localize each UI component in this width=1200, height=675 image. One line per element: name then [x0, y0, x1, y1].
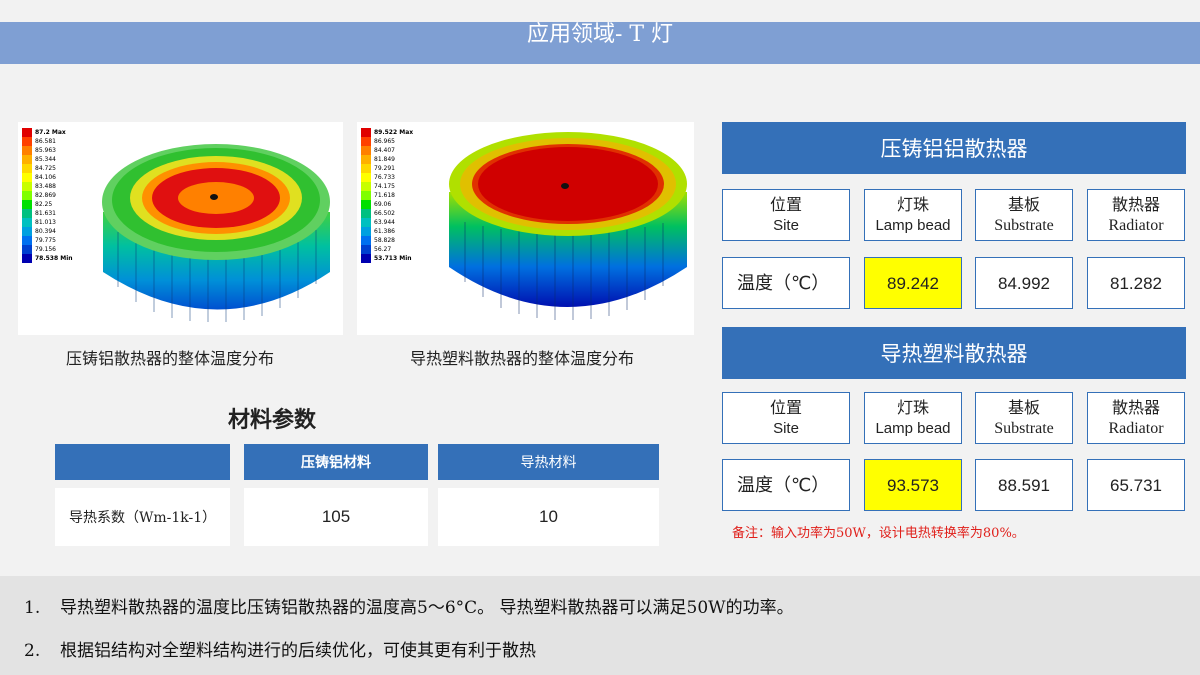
conclusions-panel: 1. 导热塑料散热器的温度比压铸铝散热器的温度高5～6°C。 导热塑料散热器可以满… [0, 576, 1200, 675]
legend-swatch [361, 164, 371, 173]
legend-label: 61.386 [374, 228, 395, 235]
header-substrate: 基板 Substrate [975, 392, 1073, 444]
plastic-heatsink-simulation-image: 89.522 Max 86.965 84.407 81.849 79.291 76.733… [357, 122, 694, 335]
heatsink-model-plastic [449, 132, 687, 320]
legend-swatch [361, 182, 371, 191]
legend-swatch [361, 200, 371, 209]
legend-label: 85.963 [35, 147, 56, 154]
legend-label: 84.106 [35, 174, 56, 181]
legend-label: 81.013 [35, 219, 56, 226]
legend-label: 71.618 [374, 192, 395, 199]
banner-aluminum: 压铸铝铝散热器 [722, 122, 1186, 174]
legend-color-scale [22, 128, 32, 263]
legend-swatch [361, 227, 371, 236]
legend-label: 86.581 [35, 138, 56, 145]
legend-label: 56.27 [374, 246, 391, 253]
legend-swatch [22, 137, 32, 146]
legend-label: 81.631 [35, 210, 56, 217]
legend-swatch [361, 173, 371, 182]
legend-label: 87.2 Max [35, 129, 66, 136]
materials-header-aluminum: 压铸铝材料 [244, 444, 428, 480]
legend-swatch [361, 254, 371, 263]
header-radiator: 散热器 Radiator [1087, 392, 1185, 444]
banner-plastic: 导热塑料散热器 [722, 327, 1186, 379]
legend-swatch [22, 227, 32, 236]
value-lamp-bead: 89.242 [864, 257, 962, 309]
legend-swatch [22, 245, 32, 254]
materials-header-empty [55, 444, 230, 480]
value-substrate: 84.992 [975, 257, 1073, 309]
caption-aluminum: 压铸铝散热器的整体温度分布 [66, 349, 275, 368]
materials-value-aluminum: 105 [244, 488, 428, 546]
legend-label: 83.488 [35, 183, 56, 190]
legend-label: 79.291 [374, 165, 395, 172]
conclusion-item: 2. 根据铝结构对全塑料结构进行的后续优化，可使其更有利于散热 [24, 641, 536, 661]
legend-label: 86.965 [374, 138, 395, 145]
legend-label: 63.944 [374, 219, 395, 226]
legend-swatch [22, 128, 32, 137]
materials-header-thermal-plastic: 导热材料 [438, 444, 659, 480]
legend-label: 82.869 [35, 192, 56, 199]
legend-label: 66.502 [374, 210, 395, 217]
legend-swatch [361, 155, 371, 164]
legend-label: 69.06 [374, 201, 391, 208]
header-site: 位置 Site [722, 392, 850, 444]
legend-label: 80.394 [35, 228, 56, 235]
legend-swatch [361, 236, 371, 245]
legend-label: 74.175 [374, 183, 395, 190]
legend-label: 85.344 [35, 156, 56, 163]
row-label-temperature: 温度（℃） [722, 459, 850, 511]
value-lamp-bead: 93.573 [864, 459, 962, 511]
header-substrate: 基板 Substrate [975, 189, 1073, 241]
header-lamp-bead: 灯珠 Lamp bead [864, 189, 962, 241]
page-title: 应用领域- T 灯 [526, 22, 674, 47]
legend-label: 78.538 Min [35, 255, 73, 262]
remark-note: 备注：输入功率为50W，设计电热转换率为80%。 [732, 526, 1025, 541]
legend-label: 84.407 [374, 147, 395, 154]
legend-swatch [22, 191, 32, 200]
legend-label: 79.775 [35, 237, 56, 244]
legend-swatch [361, 128, 371, 137]
value-substrate: 88.591 [975, 459, 1073, 511]
legend-label: 82.25 [35, 201, 52, 208]
header-radiator: 散热器 Radiator [1087, 189, 1185, 241]
legend-swatch [22, 182, 32, 191]
legend-swatch [22, 218, 32, 227]
legend-swatch [22, 209, 32, 218]
legend-label: 53.713 Min [374, 255, 412, 262]
legend-label: 79.156 [35, 246, 56, 253]
materials-value-thermal-plastic: 10 [438, 488, 659, 546]
heatsink-model-aluminum [102, 144, 330, 322]
legend-swatch [361, 191, 371, 200]
legend-swatch [361, 209, 371, 218]
legend-swatch [22, 236, 32, 245]
row-label-temperature: 温度（℃） [722, 257, 850, 309]
title-bar: 应用领域- T 灯 [0, 22, 1200, 64]
legend-swatch [22, 200, 32, 209]
legend-label: 84.725 [35, 165, 56, 172]
materials-row-label: 导热系数（Wm-1k-1） [55, 488, 230, 546]
value-radiator: 81.282 [1087, 257, 1185, 309]
legend-swatch [22, 155, 32, 164]
conclusion-item: 1. 导热塑料散热器的温度比压铸铝散热器的温度高5～6°C。 导热塑料散热器可以满… [24, 598, 794, 618]
legend-label: 76.733 [374, 174, 395, 181]
header-site: 位置 Site [722, 189, 850, 241]
legend-swatch [361, 137, 371, 146]
aluminum-heatsink-simulation-image: 87.2 Max 86.581 85.963 85.344 84.725 84.106 83… [18, 122, 343, 335]
legend-label: 89.522 Max [374, 129, 413, 136]
caption-plastic: 导热塑料散热器的整体温度分布 [410, 349, 635, 368]
legend-swatch [22, 164, 32, 173]
materials-title: 材料参数 [228, 408, 317, 433]
legend-color-scale [361, 128, 371, 263]
legend-swatch [22, 254, 32, 263]
legend-swatch [361, 218, 371, 227]
legend-swatch [361, 146, 371, 155]
legend-swatch [22, 173, 32, 182]
legend-swatch [361, 245, 371, 254]
value-radiator: 65.731 [1087, 459, 1185, 511]
legend-label: 58.828 [374, 237, 395, 244]
header-lamp-bead: 灯珠 Lamp bead [864, 392, 962, 444]
legend-label: 81.849 [374, 156, 395, 163]
legend-swatch [22, 146, 32, 155]
